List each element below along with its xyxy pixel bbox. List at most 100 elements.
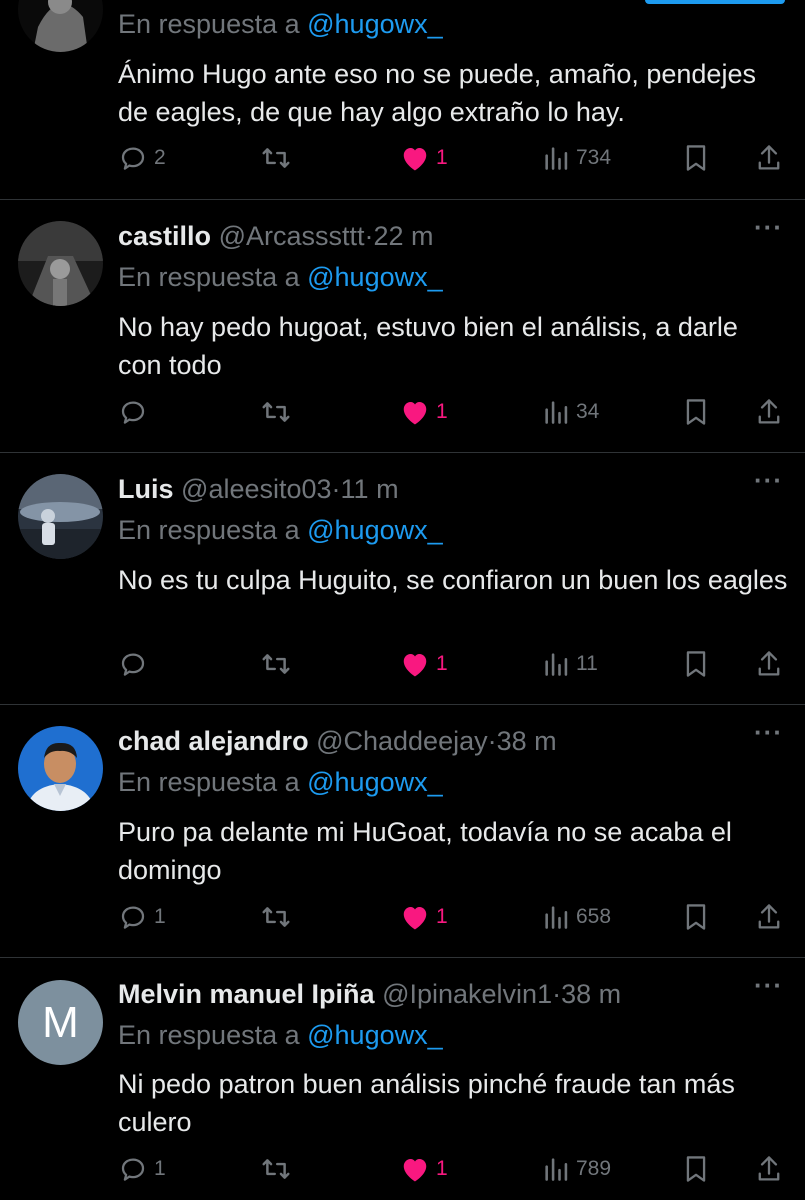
reply-icon [121, 147, 145, 170]
retweet-button[interactable] [260, 646, 292, 682]
bookmark-button[interactable] [682, 1151, 710, 1187]
retweet-button[interactable] [260, 1151, 292, 1187]
user-handle[interactable]: @Arcasssttt [219, 221, 365, 251]
analytics-icon [545, 147, 568, 170]
mention-link[interactable]: @hugowx_ [307, 262, 443, 292]
retweet-icon [262, 148, 290, 168]
replying-to: En respuesta a @hugowx_ [118, 767, 443, 797]
avatar[interactable] [18, 474, 103, 559]
retweet-button[interactable] [260, 394, 292, 430]
reply-text: Ni pedo patron buen análisis pinché frau… [118, 1069, 735, 1137]
reply-item[interactable]: En respuesta a @hugowx_ Ánimo Hugo ante … [0, 0, 805, 200]
avatar[interactable] [18, 726, 103, 811]
like-count: 1 [436, 146, 448, 169]
reply-item[interactable]: chad alejandro @Chaddeejay·38 m ··· En r… [0, 705, 805, 958]
display-name[interactable]: Luis [118, 474, 174, 504]
like-count: 1 [436, 652, 448, 675]
reply-count: 2 [154, 146, 166, 169]
share-button[interactable] [755, 1151, 783, 1187]
views-button[interactable]: 658 [542, 899, 611, 935]
share-icon [758, 1156, 780, 1181]
retweet-button[interactable] [260, 899, 292, 935]
views-count: 11 [576, 652, 598, 675]
reply-item[interactable]: M Melvin manuel Ipiña @Ipinakelvin1·38 m… [0, 958, 805, 1200]
share-button[interactable] [755, 899, 783, 935]
reply-header: Luis @aleesito03·11 m [118, 472, 399, 506]
like-button[interactable]: 1 [400, 140, 448, 176]
bookmark-button[interactable] [682, 646, 710, 682]
avatar[interactable] [18, 221, 103, 306]
bookmark-button[interactable] [682, 140, 710, 176]
analytics-icon [545, 653, 568, 676]
bookmark-icon [686, 904, 706, 930]
timestamp[interactable]: 38 m [561, 979, 621, 1009]
reply-item[interactable]: Luis @aleesito03·11 m ··· En respuesta a… [0, 453, 805, 705]
action-bar: 2 1 734 [0, 140, 805, 176]
reply-icon [121, 401, 145, 424]
more-options-icon[interactable]: ··· [754, 214, 783, 240]
action-bar: 1 1 789 [0, 1151, 805, 1187]
reply-text: No hay pedo hugoat, estuvo bien el análi… [118, 312, 738, 380]
like-count: 1 [436, 400, 448, 423]
heart-filled-icon [403, 1159, 427, 1182]
separator-dot: · [487, 726, 497, 756]
more-options-icon[interactable]: ··· [754, 972, 783, 998]
mention-link[interactable]: @hugowx_ [307, 515, 443, 545]
like-button[interactable]: 1 [400, 899, 448, 935]
timestamp[interactable]: 11 m [341, 474, 399, 504]
reply-header: chad alejandro @Chaddeejay·38 m [118, 724, 557, 758]
more-options-icon[interactable]: ··· [754, 719, 783, 745]
reply-item[interactable]: castillo @Arcasssttt·22 m ··· En respues… [0, 200, 805, 453]
views-count: 34 [576, 400, 600, 423]
reply-count: 1 [154, 1157, 166, 1180]
like-button[interactable]: 1 [400, 646, 448, 682]
mention-link[interactable]: @hugowx_ [307, 9, 443, 39]
display-name[interactable]: Melvin manuel Ipiña [118, 979, 375, 1009]
replying-to: En respuesta a @hugowx_ [118, 1020, 443, 1050]
views-button[interactable]: 34 [542, 394, 599, 430]
analytics-icon [545, 1158, 568, 1181]
separator-dot: · [364, 221, 374, 251]
reply-button[interactable]: 2 [118, 140, 166, 176]
like-button[interactable]: 1 [400, 394, 448, 430]
reply-button[interactable]: 1 [118, 899, 166, 935]
bookmark-icon [686, 1156, 706, 1182]
bookmark-button[interactable] [682, 899, 710, 935]
reply-button[interactable] [118, 394, 154, 430]
retweet-button[interactable] [260, 140, 292, 176]
views-button[interactable]: 789 [542, 1151, 611, 1187]
views-count: 789 [576, 1157, 612, 1180]
replying-to: En respuesta a @hugowx_ [118, 262, 443, 292]
action-bar: 1 11 [0, 646, 805, 682]
timestamp[interactable]: 22 m [374, 221, 434, 251]
views-button[interactable]: 11 [542, 646, 598, 682]
mention-link[interactable]: @hugowx_ [307, 1020, 443, 1050]
more-options-icon[interactable]: ··· [754, 467, 783, 493]
retweet-icon [262, 1159, 290, 1179]
reply-text: Ánimo Hugo ante eso no se puede, amaño, … [118, 59, 756, 127]
user-handle[interactable]: @Chaddeejay [316, 726, 488, 756]
share-button[interactable] [755, 394, 783, 430]
heart-filled-icon [403, 402, 427, 425]
display-name[interactable]: chad alejandro [118, 726, 309, 756]
display-name[interactable]: castillo [118, 221, 211, 251]
user-handle[interactable]: @aleesito03 [181, 474, 332, 504]
views-button[interactable]: 734 [542, 140, 611, 176]
share-button[interactable] [755, 646, 783, 682]
avatar[interactable]: M [18, 980, 103, 1065]
user-handle[interactable]: @Ipinakelvin1 [382, 979, 552, 1009]
reply-button[interactable] [118, 646, 154, 682]
heart-filled-icon [403, 907, 427, 930]
share-icon [758, 904, 780, 929]
like-count: 1 [436, 1157, 448, 1180]
avatar[interactable] [18, 0, 103, 52]
like-count: 1 [436, 905, 448, 928]
heart-filled-icon [403, 148, 427, 171]
reply-button[interactable]: 1 [118, 1151, 166, 1187]
share-button[interactable] [755, 140, 783, 176]
like-button[interactable]: 1 [400, 1151, 448, 1187]
timestamp[interactable]: 38 m [497, 726, 557, 756]
bookmark-button[interactable] [682, 394, 710, 430]
reply-icon [121, 1158, 145, 1181]
mention-link[interactable]: @hugowx_ [307, 767, 443, 797]
